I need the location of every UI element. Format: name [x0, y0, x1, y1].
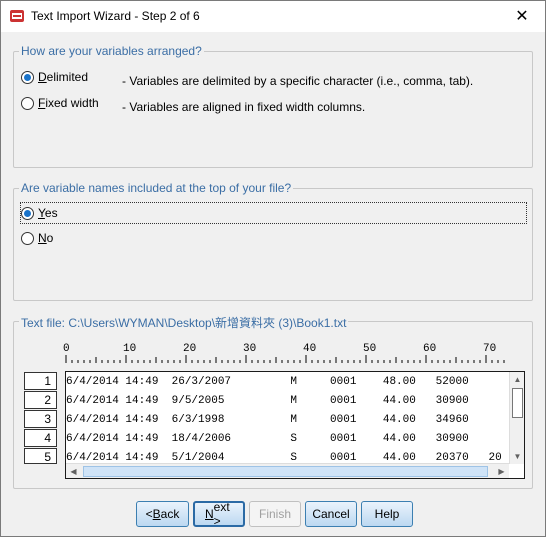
preview-row: 6/4/2014 14:49 18/4/2006 S 0001 44.00 30…: [66, 433, 469, 445]
preview-row: 6/4/2014 14:49 6/3/1998 M 0001 44.00 349…: [66, 414, 469, 426]
radio-no-label: No: [38, 231, 54, 245]
ruler-ticks: [65, 355, 505, 363]
radio-delimited-label: Delimited: [38, 70, 89, 84]
preview-row: 6/4/2014 14:49 26/3/2007 M 0001 48.00 52…: [66, 376, 469, 388]
ruler-mark: 20: [183, 343, 197, 355]
finish-button[interactable]: Finish: [249, 501, 301, 527]
horizontal-scrollbar[interactable]: ◀ ▶: [66, 463, 509, 478]
scroll-down-icon[interactable]: ▼: [510, 449, 525, 464]
row-number: 2: [24, 391, 57, 409]
variable-names-legend: Are variable names included at the top o…: [19, 181, 294, 195]
file-path-legend: Text file: C:\Users\WYMAN\Desktop\新增資料夾 …: [19, 314, 349, 331]
row-number: 3: [24, 410, 57, 428]
data-preview[interactable]: 6/4/2014 14:49 26/3/2007 M 0001 48.00 52…: [65, 371, 525, 479]
ruler-mark: 40: [303, 343, 317, 355]
close-button[interactable]: ✕: [499, 1, 545, 31]
yes-focus-outline: [20, 202, 527, 224]
ruler-mark: 70: [483, 343, 497, 355]
arrangement-legend: How are your variables arranged?: [19, 44, 204, 58]
ruler-mark: 30: [243, 343, 257, 355]
radio-yes[interactable]: Yes: [21, 206, 58, 220]
radio-no[interactable]: No: [21, 231, 53, 245]
ruler-mark: 60: [423, 343, 437, 355]
radio-delimited[interactable]: Delimited: [21, 70, 88, 84]
radio-fixed-width[interactable]: Fixed width: [21, 96, 99, 110]
row-number: 1: [24, 372, 57, 390]
ruler-mark: 50: [363, 343, 377, 355]
close-icon: ✕: [515, 8, 529, 25]
radio-yes-indicator[interactable]: [21, 206, 34, 220]
delimited-description: - Variables are delimited by a specific …: [122, 74, 474, 88]
row-number: 4: [24, 429, 57, 447]
radio-delimited-indicator[interactable]: [21, 70, 34, 84]
radio-fixed-width-indicator[interactable]: [21, 96, 34, 110]
text-import-wizard-dialog: Text Import Wizard - Step 2 of 6 ✕ How a…: [0, 0, 546, 537]
fixed-width-description: - Variables are aligned in fixed width c…: [122, 100, 366, 114]
preview-row: 6/4/2014 14:49 5/1/2004 S 0001 44.00 203…: [66, 452, 502, 464]
data-preview-viewport: 6/4/2014 14:49 26/3/2007 M 0001 48.00 52…: [66, 372, 509, 464]
vertical-scroll-thumb[interactable]: [512, 388, 523, 418]
ruler-mark: 0: [63, 343, 70, 355]
radio-no-indicator[interactable]: [21, 231, 34, 245]
preview-row: 6/4/2014 14:49 9/5/2005 M 0001 44.00 309…: [66, 395, 469, 407]
title-bar: Text Import Wizard - Step 2 of 6 ✕: [1, 1, 545, 32]
radio-yes-label: Yes: [38, 206, 58, 220]
row-number: 5: [24, 448, 57, 464]
next-button[interactable]: Next >: [193, 500, 245, 528]
scroll-right-icon[interactable]: ▶: [494, 464, 509, 479]
ruler-mark: 10: [123, 343, 137, 355]
wizard-buttons: < Back Next > Finish Cancel Help: [136, 500, 413, 528]
help-button[interactable]: Help: [361, 501, 413, 527]
cancel-button[interactable]: Cancel: [305, 501, 357, 527]
horizontal-scroll-thumb[interactable]: [83, 466, 488, 477]
spss-app-icon: [10, 10, 24, 22]
back-button[interactable]: < Back: [136, 501, 189, 527]
vertical-scrollbar[interactable]: ▲ ▼: [509, 372, 524, 464]
column-ruler: 0 10 20 30 40 50 60 70: [63, 343, 505, 363]
scroll-up-icon[interactable]: ▲: [510, 372, 525, 387]
radio-fixed-width-label: Fixed width: [38, 96, 99, 110]
scroll-left-icon[interactable]: ◀: [66, 464, 81, 479]
window-title: Text Import Wizard - Step 2 of 6: [31, 9, 200, 23]
